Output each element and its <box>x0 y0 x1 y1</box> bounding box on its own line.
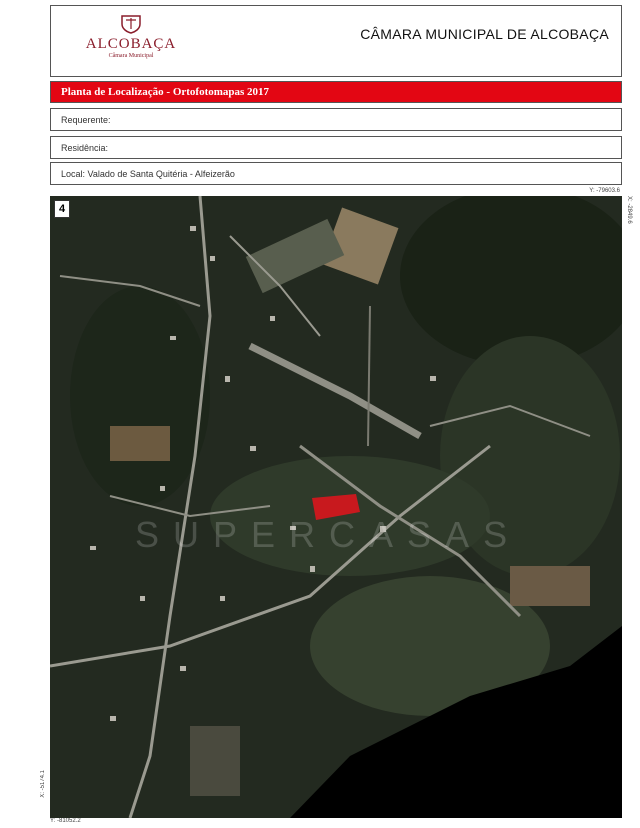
logo-name: ALCOBAÇA <box>85 36 177 52</box>
coordinate-bottom: Y: -81052.2 <box>50 818 81 824</box>
coordinate-right: X: -2849.6 <box>626 196 632 224</box>
plan-title: Planta de Localização - Ortofotomapas 20… <box>50 81 622 103</box>
requerente-field: Requerente: <box>50 108 622 131</box>
orthophoto-map[interactable]: 4 SUPERCASAS <box>50 196 622 818</box>
document-header: ALCOBAÇA Câmara Municipal CÂMARA MUNICIP… <box>50 5 622 77</box>
municipality-logo: ALCOBAÇA Câmara Municipal <box>81 14 181 72</box>
coordinate-top: Y: -79603.6 <box>589 188 620 194</box>
organization-title: CÂMARA MUNICIPAL DE ALCOBAÇA <box>360 26 609 42</box>
watermark: SUPERCASAS <box>135 514 522 555</box>
residencia-field: Residência: <box>50 136 622 159</box>
local-field: Local: Valado de Santa Quitéria - Alfeiz… <box>50 162 622 185</box>
logo-subtitle: Câmara Municipal <box>108 53 154 59</box>
crest-icon <box>121 15 141 34</box>
aerial-imagery <box>50 196 622 818</box>
coordinate-left: X: -5174.1 <box>40 770 46 798</box>
north-arrow-icon: 4 <box>54 200 70 218</box>
